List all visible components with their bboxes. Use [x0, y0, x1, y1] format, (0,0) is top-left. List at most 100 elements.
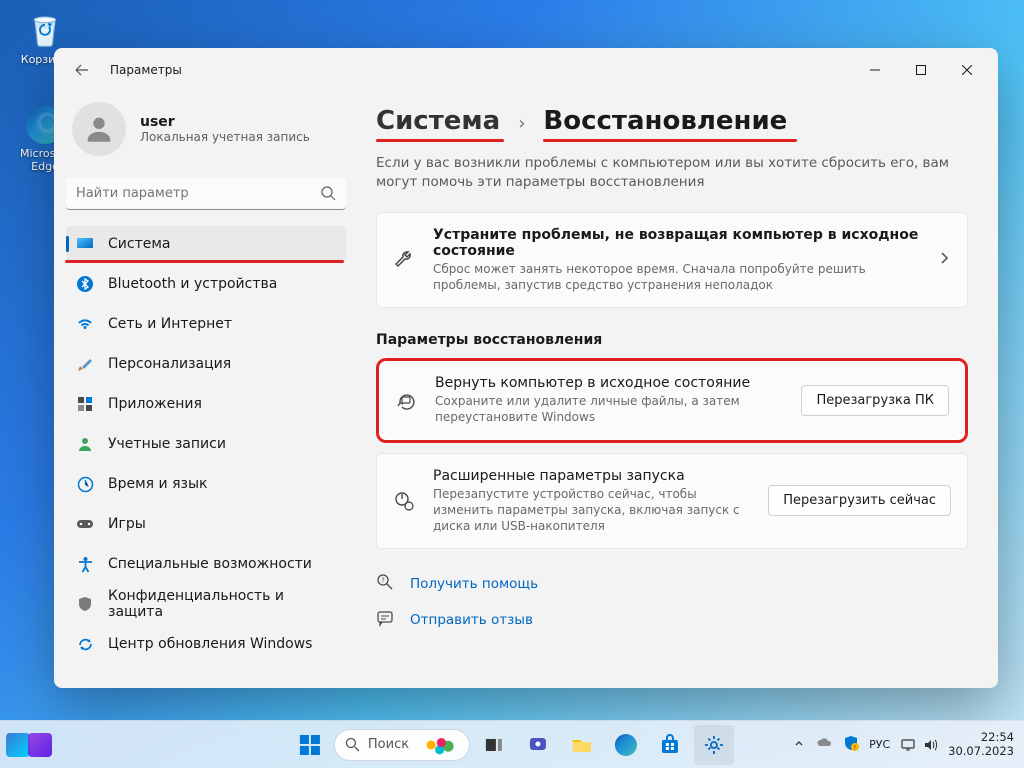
security-icon[interactable]: !	[843, 735, 859, 754]
card-subtitle: Сброс может занять некоторое время. Снач…	[433, 261, 919, 293]
nav-item-time-language[interactable]: Время и язык	[66, 466, 346, 502]
reset-pc-button[interactable]: Перезагрузка ПК	[801, 385, 949, 416]
profile-subtitle: Локальная учетная запись	[140, 130, 310, 144]
system-tray[interactable]: ! РУС 22:54 30.07.2023	[793, 731, 1024, 757]
widgets-button[interactable]	[6, 733, 52, 757]
reset-icon	[395, 389, 417, 411]
settings-window: Параметры user Локальная учетная запись	[54, 48, 998, 688]
help-link[interactable]: Получить помощь	[410, 576, 538, 592]
system-icon	[76, 235, 94, 253]
taskbar-search-placeholder: Поиск	[368, 737, 409, 752]
svg-text:?: ?	[381, 577, 385, 585]
nav-label: Система	[108, 236, 170, 252]
nav-label: Время и язык	[108, 476, 207, 492]
recycle-bin-icon	[24, 8, 66, 50]
nav-label: Игры	[108, 516, 146, 532]
wrench-icon	[393, 249, 415, 271]
troubleshoot-card[interactable]: Устраните проблемы, не возвращая компьют…	[376, 212, 968, 308]
restart-now-button[interactable]: Перезагрузить сейчас	[768, 485, 951, 516]
nav-label: Bluetooth и устройства	[108, 276, 277, 292]
profile-name: user	[140, 114, 310, 130]
person-icon	[76, 435, 94, 453]
card-subtitle: Сохраните или удалите личные файлы, а за…	[435, 393, 783, 425]
profile-block[interactable]: user Локальная учетная запись	[66, 92, 346, 174]
breadcrumb: Система › Восстановление	[376, 106, 968, 136]
nav-label: Приложения	[108, 396, 202, 412]
network-volume-group[interactable]	[900, 737, 938, 753]
reset-pc-card: Вернуть компьютер в исходное состояние С…	[376, 358, 968, 442]
avatar-icon	[72, 102, 126, 156]
help-link-row[interactable]: ? Получить помощь	[376, 573, 968, 595]
nav-label: Учетные записи	[108, 436, 226, 452]
update-icon	[76, 635, 94, 653]
nav-item-apps[interactable]: Приложения	[66, 386, 346, 422]
nav-item-system[interactable]: Система	[66, 226, 346, 262]
nav-label: Персонализация	[108, 356, 231, 372]
help-icon: ?	[376, 573, 396, 595]
accessibility-icon	[76, 555, 94, 573]
sidebar: user Локальная учетная запись Система Bl…	[54, 92, 358, 688]
clock[interactable]: 22:54 30.07.2023	[948, 731, 1014, 757]
back-button[interactable]	[62, 52, 102, 88]
task-view-button[interactable]	[474, 725, 514, 765]
power-gear-icon	[393, 490, 415, 512]
close-button[interactable]	[944, 54, 990, 86]
nav-item-bluetooth[interactable]: Bluetooth и устройства	[66, 266, 346, 302]
nav-item-personalization[interactable]: Персонализация	[66, 346, 346, 382]
feedback-link[interactable]: Отправить отзыв	[410, 612, 533, 628]
card-title: Расширенные параметры запуска	[433, 468, 750, 484]
tray-chevron-icon[interactable]	[793, 737, 805, 752]
taskbar: Поиск ! РУС 22:54 30.07.2023	[0, 720, 1024, 768]
globe-clock-icon	[76, 475, 94, 493]
settings-button[interactable]	[694, 725, 734, 765]
nav-item-windows-update[interactable]: Центр обновления Windows	[66, 626, 346, 662]
chevron-right-icon	[937, 250, 951, 269]
gamepad-icon	[76, 515, 94, 533]
search-highlight-icon	[421, 733, 455, 757]
apps-icon	[76, 395, 94, 413]
explorer-button[interactable]	[562, 725, 602, 765]
search-icon	[320, 185, 336, 205]
nav-item-gaming[interactable]: Игры	[66, 506, 346, 542]
titlebar: Параметры	[54, 48, 998, 92]
search-icon	[345, 737, 360, 752]
minimize-button[interactable]	[852, 54, 898, 86]
search-input[interactable]	[66, 178, 346, 210]
search-box[interactable]	[66, 178, 346, 210]
network-icon	[900, 737, 916, 753]
chevron-right-icon: ›	[518, 113, 525, 134]
start-button[interactable]	[290, 725, 330, 765]
feedback-icon	[376, 609, 396, 631]
page-description: Если у вас возникли проблемы с компьютер…	[376, 154, 968, 192]
card-title: Вернуть компьютер в исходное состояние	[435, 375, 783, 391]
breadcrumb-parent[interactable]: Система	[376, 106, 500, 136]
nav-item-network[interactable]: Сеть и Интернет	[66, 306, 346, 342]
nav-label: Сеть и Интернет	[108, 316, 232, 332]
svg-text:!: !	[854, 745, 856, 752]
chat-button[interactable]	[518, 725, 558, 765]
window-title: Параметры	[110, 63, 182, 77]
maximize-button[interactable]	[898, 54, 944, 86]
nav-label: Конфиденциальность и защита	[108, 588, 336, 620]
nav-item-accounts[interactable]: Учетные записи	[66, 426, 346, 462]
feedback-link-row[interactable]: Отправить отзыв	[376, 609, 968, 631]
nav-label: Специальные возможности	[108, 556, 312, 572]
volume-icon	[922, 737, 938, 753]
nav-label: Центр обновления Windows	[108, 636, 312, 652]
section-title: Параметры восстановления	[376, 332, 968, 348]
taskbar-search[interactable]: Поиск	[334, 729, 470, 761]
content-area: Система › Восстановление Если у вас возн…	[358, 92, 998, 688]
card-title: Устраните проблемы, не возвращая компьют…	[433, 227, 919, 259]
onedrive-icon[interactable]	[815, 734, 833, 755]
brush-icon	[76, 355, 94, 373]
bluetooth-icon	[76, 275, 94, 293]
language-indicator[interactable]: РУС	[869, 738, 890, 751]
edge-button[interactable]	[606, 725, 646, 765]
store-button[interactable]	[650, 725, 690, 765]
shield-icon	[76, 595, 94, 613]
breadcrumb-current: Восстановление	[543, 106, 787, 136]
nav-item-privacy[interactable]: Конфиденциальность и защита	[66, 586, 346, 622]
nav-item-accessibility[interactable]: Специальные возможности	[66, 546, 346, 582]
advanced-startup-card: Расширенные параметры запуска Перезапуст…	[376, 453, 968, 550]
card-subtitle: Перезапустите устройство сейчас, чтобы и…	[433, 486, 750, 535]
